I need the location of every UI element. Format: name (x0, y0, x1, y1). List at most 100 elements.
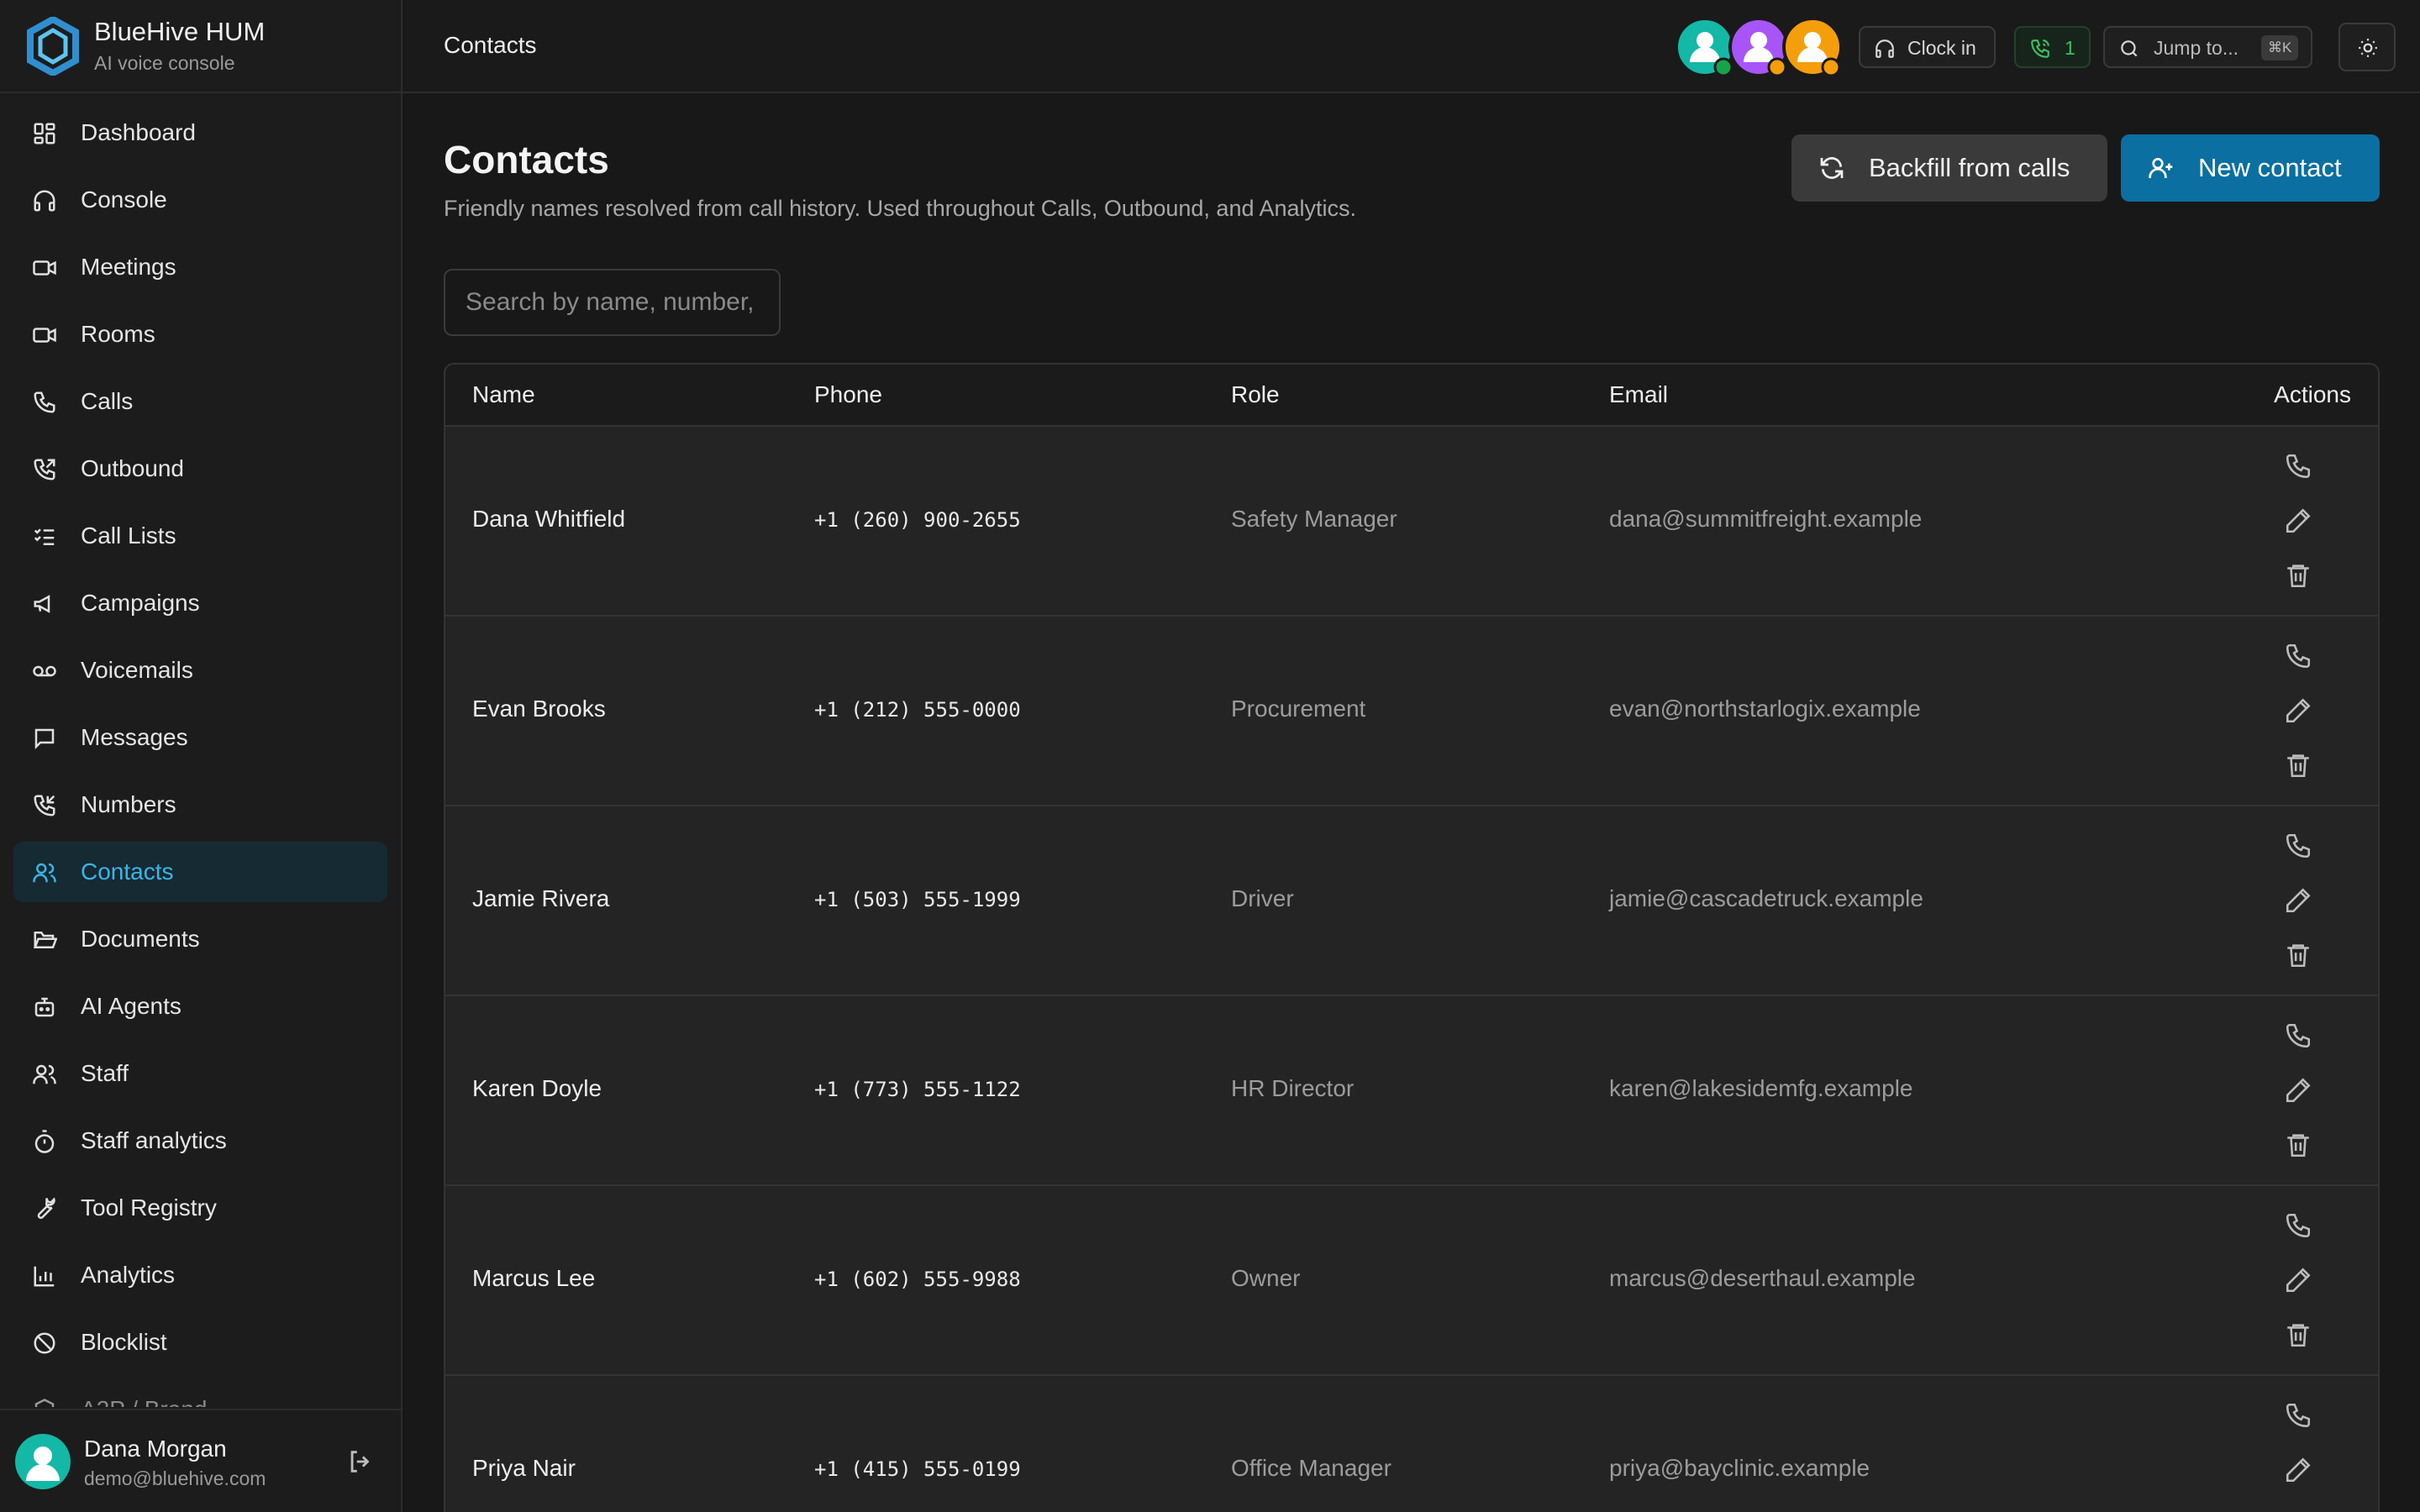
sidebar-item-analytics[interactable]: Analytics (13, 1245, 387, 1305)
users-icon (33, 863, 56, 883)
sidebar-item-outbound[interactable]: Outbound (13, 438, 387, 499)
page-title: Contacts (444, 138, 609, 181)
topbar: Contacts Clock in 1 Jump to... ⌘K (402, 0, 2420, 93)
sidebar-nav: Dashboard Console Meetings Rooms Calls O… (0, 102, 401, 1407)
active-calls-badge[interactable]: 1 (2014, 26, 2091, 68)
user-profile[interactable]: Dana Morgan demo@bluehive.com (0, 1409, 401, 1512)
table-row[interactable]: Karen Doyle +1 (773) 555-1122 HR Directo… (445, 996, 2378, 1186)
phone-outgoing-icon (34, 459, 55, 480)
pencil-icon[interactable] (2284, 886, 2312, 915)
phone-icon[interactable] (2284, 452, 2312, 480)
contact-phone: +1 (503) 555-1999 (814, 888, 1021, 911)
pencil-icon[interactable] (2284, 507, 2312, 535)
pencil-icon[interactable] (2284, 1456, 2312, 1484)
contact-email: evan@northstarlogix.example (1609, 696, 1921, 722)
sidebar-item-calls[interactable]: Calls (13, 371, 387, 432)
bar-chart-icon (34, 1266, 55, 1287)
jump-to-placeholder: Jump to... (2154, 37, 2238, 59)
phone-icon[interactable] (2284, 1021, 2312, 1050)
contacts-table: Name Phone Role Email Actions Dana Whitf… (444, 363, 2380, 1512)
sidebar-item-label: Tool Registry (81, 1194, 217, 1221)
sidebar-item-a2p-brand[interactable]: A2P / Brand (13, 1379, 387, 1407)
sidebar-item-contacts[interactable]: Contacts (13, 842, 387, 902)
refresh-icon (1820, 157, 1844, 179)
sidebar-item-label: Console (81, 186, 167, 213)
sidebar-item-ai-agents[interactable]: AI Agents (13, 976, 387, 1037)
contact-phone: +1 (415) 555-0199 (814, 1457, 1021, 1481)
column-header-phone[interactable]: Phone (814, 381, 882, 408)
sidebar-item-dashboard[interactable]: Dashboard (13, 102, 387, 163)
sidebar-item-label: Voicemails (81, 657, 193, 683)
trash-icon[interactable] (2284, 1320, 2312, 1349)
table-row[interactable]: Priya Nair +1 (415) 555-0199 Office Mana… (445, 1376, 2378, 1512)
sidebar-item-documents[interactable]: Documents (13, 909, 387, 969)
pencil-icon[interactable] (2284, 1266, 2312, 1294)
sidebar-item-rooms[interactable]: Rooms (13, 304, 387, 365)
sidebar-item-label: Campaigns (81, 590, 200, 616)
video-icon (33, 328, 56, 343)
phone-icon[interactable] (2284, 642, 2312, 670)
brand-subtitle: AI voice console (94, 52, 235, 74)
logout-icon[interactable] (346, 1447, 375, 1476)
sidebar-item-voicemails[interactable]: Voicemails (13, 640, 387, 701)
table-row[interactable]: Evan Brooks +1 (212) 555-0000 Procuremen… (445, 617, 2378, 806)
bot-icon (34, 997, 55, 1017)
sun-icon (2359, 39, 2377, 57)
trash-icon[interactable] (2284, 941, 2312, 969)
sidebar-item-label: Meetings (81, 254, 176, 280)
contact-role: HR Director (1231, 1075, 1355, 1101)
sidebar-item-campaigns[interactable]: Campaigns (13, 573, 387, 633)
sidebar-item-label: Blocklist (81, 1329, 167, 1355)
phone-icon (34, 391, 55, 413)
sidebar-item-messages[interactable]: Messages (13, 707, 387, 768)
sidebar-item-label: Staff analytics (81, 1127, 227, 1153)
user-name: Dana Morgan (84, 1436, 227, 1462)
timer-icon (34, 1130, 55, 1153)
new-contact-label: New contact (2198, 153, 2342, 182)
trash-icon[interactable] (2284, 751, 2312, 780)
pencil-icon[interactable] (2284, 696, 2312, 725)
new-contact-button[interactable]: New contact (2121, 134, 2380, 202)
column-header-email[interactable]: Email (1609, 381, 1668, 408)
trash-icon[interactable] (2284, 561, 2312, 590)
contact-email: dana@summitfreight.example (1609, 506, 1923, 532)
trash-icon[interactable] (2284, 1131, 2312, 1159)
sidebar-item-staff[interactable]: Staff (13, 1043, 387, 1104)
sidebar-item-console[interactable]: Console (13, 170, 387, 230)
contact-email: marcus@deserthaul.example (1609, 1265, 1916, 1291)
phone-icon[interactable] (2284, 832, 2312, 860)
sidebar-item-blocklist[interactable]: Blocklist (13, 1312, 387, 1373)
theme-toggle-button[interactable] (2338, 23, 2396, 71)
contact-role: Owner (1231, 1265, 1301, 1291)
phone-icon[interactable] (2284, 1211, 2312, 1240)
contact-phone: +1 (773) 555-1122 (814, 1078, 1021, 1101)
contact-phone: +1 (260) 900-2655 (814, 508, 1021, 532)
table-row[interactable]: Dana Whitfield +1 (260) 900-2655 Safety … (445, 427, 2378, 617)
avatar (15, 1434, 71, 1489)
sidebar-item-tool-registry[interactable]: Tool Registry (13, 1178, 387, 1238)
column-header-role[interactable]: Role (1231, 381, 1280, 408)
phone-icon[interactable] (2284, 1401, 2312, 1430)
pencil-icon[interactable] (2284, 1076, 2312, 1105)
column-header-name[interactable]: Name (472, 381, 535, 408)
sidebar-item-label: Dashboard (81, 119, 196, 145)
brand[interactable]: BlueHive HUM AI voice console (0, 0, 401, 93)
search-input[interactable] (444, 269, 781, 336)
table-row[interactable]: Jamie Rivera +1 (503) 555-1999 Driver ja… (445, 806, 2378, 996)
jump-to-search[interactable]: Jump to... ⌘K (2103, 26, 2312, 68)
user-plus-icon (2149, 158, 2173, 178)
search-icon (2121, 40, 2138, 57)
keyboard-shortcut: ⌘K (2261, 35, 2299, 60)
headphones-icon (1876, 39, 1894, 58)
table-row[interactable]: Marcus Lee +1 (602) 555-9988 Owner marcu… (445, 1186, 2378, 1376)
sidebar-item-label: Calls (81, 388, 134, 414)
clock-in-button[interactable]: Clock in (1859, 26, 1996, 68)
folder-open-icon (33, 932, 57, 948)
presence-avatars[interactable] (1673, 15, 1858, 81)
sidebar-item-call-lists[interactable]: Call Lists (13, 506, 387, 566)
sidebar-item-numbers[interactable]: Numbers (13, 774, 387, 835)
sidebar-item-staff-analytics[interactable]: Staff analytics (13, 1110, 387, 1171)
sidebar-item-meetings[interactable]: Meetings (13, 237, 387, 297)
backfill-from-calls-button[interactable]: Backfill from calls (1791, 134, 2107, 202)
presence-avatar (1728, 17, 1789, 77)
